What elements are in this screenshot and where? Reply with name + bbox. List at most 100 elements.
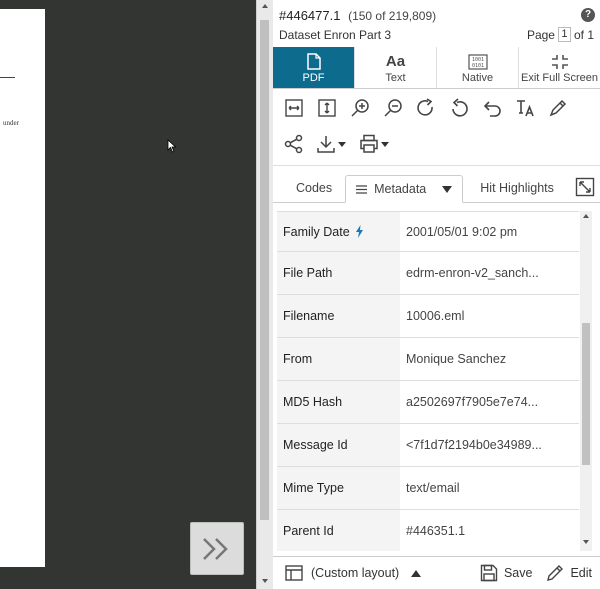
metadata-key-label: MD5 Hash [283, 395, 343, 409]
tab-metadata[interactable]: Metadata [345, 175, 464, 203]
download-icon[interactable] [316, 133, 348, 155]
zoom-out-icon[interactable] [382, 97, 404, 119]
metadata-key-label: File Path [283, 266, 333, 280]
scroll-up-arrow-icon[interactable] [262, 4, 268, 8]
view-mode-tabs: PDF Aa Text 1001 0101 Native Exit Full Sc… [273, 47, 600, 89]
zoom-in-icon[interactable] [349, 97, 371, 119]
viewer-scrollbar[interactable] [256, 0, 273, 589]
document-id-line: #446477.1 (150 of 219,809) [279, 8, 436, 23]
metadata-row[interactable]: MD5 Hash a2502697f7905e7e74... [277, 381, 579, 424]
metadata-value: <7f1d7f2194b0e34989... [400, 424, 579, 466]
viewer-toolbar [273, 90, 600, 166]
edit-label: Edit [570, 566, 592, 580]
page-total: of 1 [573, 27, 594, 42]
metadata-row[interactable]: Message Id <7f1d7f2194b0e34989... [277, 424, 579, 467]
metadata-row[interactable]: Mime Type text/email [277, 467, 579, 510]
metadata-row[interactable]: File Path edrm-enron-v2_sanch... [277, 252, 579, 295]
metadata-key-label: From [283, 352, 313, 366]
layout-icon [285, 565, 303, 581]
pencil-icon [547, 565, 564, 581]
metadata-scrollbar[interactable] [580, 211, 592, 551]
metadata-key-label: Mime Type [283, 481, 344, 495]
metadata-key: Family Date [277, 212, 400, 251]
fit-height-icon[interactable] [316, 97, 338, 119]
metadata-value: edrm-enron-v2_sanch... [400, 252, 579, 294]
scroll-up-arrow-icon[interactable] [583, 214, 589, 218]
tab-metadata-label: Metadata [374, 182, 427, 196]
tab-hit-highlights[interactable]: Hit Highlights [463, 174, 564, 202]
expand-panel-button[interactable] [190, 522, 244, 575]
page-label: Page [526, 27, 555, 42]
save-icon [480, 564, 498, 582]
save-button[interactable]: Save [480, 564, 532, 582]
scroll-down-arrow-icon[interactable] [262, 579, 268, 583]
metadata-key-label: Filename [283, 309, 335, 323]
tab-hit-highlights-label: Hit Highlights [480, 181, 554, 195]
double-chevron-right-icon [203, 537, 228, 560]
lightning-bolt-icon [355, 225, 363, 238]
metadata-value: text/email [400, 467, 579, 509]
tab-label: Native [461, 71, 494, 84]
side-panel-tabs: Codes Metadata Hit Highlights [273, 172, 600, 203]
metadata-key: File Path [277, 252, 400, 294]
metadata-key-label: Parent Id [283, 524, 334, 538]
help-icon[interactable]: ? [581, 8, 595, 22]
metadata-value: Monique Sanchez [400, 338, 579, 380]
scroll-down-arrow-icon[interactable] [583, 540, 589, 544]
caret-up-icon [411, 569, 422, 577]
text-size-icon[interactable] [514, 97, 536, 119]
scrollbar-thumb[interactable] [582, 323, 590, 465]
metadata-key-label: Message Id [283, 438, 348, 452]
tab-text[interactable]: Aa Text [355, 47, 437, 88]
tab-codes[interactable]: Codes [273, 174, 345, 202]
edit-button[interactable]: Edit [546, 564, 592, 582]
metadata-row[interactable]: Filename 10006.eml [277, 295, 579, 338]
tab-exit-full-screen[interactable]: Exit Full Screen [519, 47, 600, 88]
scrollbar-thumb[interactable] [260, 20, 269, 520]
rotate-counterclockwise-icon[interactable] [448, 97, 470, 119]
document-page: under [0, 9, 45, 567]
metadata-row[interactable]: From Monique Sanchez [277, 338, 579, 381]
metadata-value: a2502697f7905e7e74... [400, 381, 579, 423]
tab-codes-label: Codes [296, 181, 333, 195]
document-viewer[interactable]: under [0, 0, 256, 589]
list-lines-icon [356, 184, 368, 194]
review-panel: #446477.1 (150 of 219,809) ? Dataset Enr… [273, 0, 600, 589]
tab-label: PDF [302, 71, 325, 84]
layout-selector[interactable]: (Custom layout) [285, 565, 422, 581]
metadata-row[interactable]: Family Date 2001/05/01 9:02 pm [277, 211, 579, 252]
page-number-input[interactable]: 1 [557, 27, 571, 42]
panel-footer: (Custom layout) Save Edit [273, 556, 600, 589]
document-id: #446477.1 [279, 8, 341, 23]
pdf-file-icon [306, 52, 321, 72]
undo-icon[interactable] [481, 97, 503, 119]
tab-label: Exit Full Screen [520, 71, 599, 84]
metadata-table[interactable]: Family Date 2001/05/01 9:02 pm File Path ed… [277, 211, 579, 551]
dropdown-caret-icon[interactable] [442, 185, 453, 193]
metadata-row[interactable]: Parent Id #446351.1 [277, 510, 579, 551]
tab-native[interactable]: 1001 0101 Native [437, 47, 519, 88]
metadata-key: MD5 Hash [277, 381, 400, 423]
share-icon[interactable] [283, 133, 305, 155]
annotate-icon[interactable] [547, 97, 569, 119]
exit-fullscreen-icon [551, 52, 569, 72]
metadata-value: 2001/05/01 9:02 pm [400, 212, 579, 251]
metadata-key: Filename [277, 295, 400, 337]
rotate-clockwise-icon[interactable] [415, 97, 437, 119]
document-text-snippet: under [3, 119, 19, 127]
dataset-name: Dataset Enron Part 3 [279, 28, 392, 42]
metadata-key: Mime Type [277, 467, 400, 509]
tab-pdf[interactable]: PDF [273, 47, 355, 88]
metadata-key: Parent Id [277, 510, 400, 551]
binary-file-icon: 1001 0101 [467, 52, 488, 72]
page-navigator: Page 1 of 1 [527, 27, 594, 42]
metadata-value: #446351.1 [400, 510, 579, 551]
mouse-cursor-icon [167, 139, 177, 153]
svg-text:0101: 0101 [471, 63, 483, 69]
fit-width-icon[interactable] [283, 97, 305, 119]
document-count: (150 of 219,809) [348, 9, 437, 23]
metadata-key: From [277, 338, 400, 380]
document-rule [0, 77, 15, 78]
expand-panel-icon[interactable] [575, 177, 595, 197]
print-icon[interactable] [359, 133, 391, 155]
